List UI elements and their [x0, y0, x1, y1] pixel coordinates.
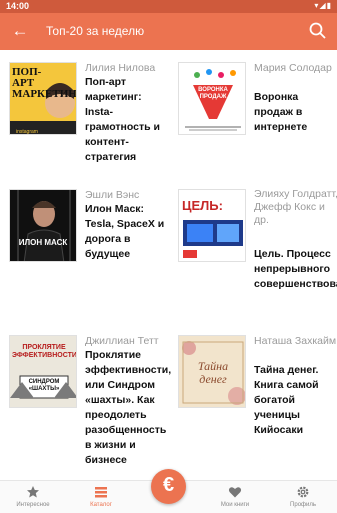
book-author: Мария Солодар — [254, 62, 332, 74]
back-arrow-icon[interactable]: ← — [10, 22, 30, 42]
nav-item-catalog[interactable]: Каталог — [71, 481, 131, 513]
svg-text:instagram: instagram — [16, 129, 38, 135]
buy-euro-button[interactable]: € — [151, 469, 186, 504]
book-card[interactable]: ИЛОН МАСК Эшли Вэнс Илон Маск: Tesla, Sp… — [9, 189, 169, 329]
cover-title: Тайна денег — [197, 359, 229, 386]
book-author: Лилия Нилова — [85, 62, 156, 74]
app-bar: ← Топ-20 за неделю — [0, 13, 337, 50]
book-card[interactable]: instagram ПОП-АРТ МАРКЕТИНГ Лилия Нилова… — [9, 62, 169, 202]
cover-title: ЦЕЛЬ: — [182, 198, 223, 213]
nav-item-my-books[interactable]: Мои книги — [205, 481, 265, 513]
gear-icon — [297, 486, 309, 498]
nav-item-profile[interactable]: Профиль — [273, 481, 333, 513]
book-title: Илон Маск: Tesla, SpaceX и дорога в буду… — [85, 203, 165, 260]
status-bar: 14:00 ▾◢▮ — [0, 0, 337, 13]
book-card[interactable]: ЦЕЛЬ: Элияху Голдратт, Джефф Кокс и др. … — [178, 188, 337, 329]
cover-title: ПРОКЛЯТИЕ ЭФФЕКТИВНОСТИ — [12, 344, 77, 359]
book-card[interactable]: ПРОКЛЯТИЕ ЭФФЕКТИВНОСТИ СИНДРОМ «ШАХТЫ» … — [9, 335, 172, 475]
nav-item-label: Профиль — [290, 502, 316, 508]
page-title: Топ-20 за неделю — [46, 24, 145, 38]
catalog-icon — [95, 487, 107, 498]
book-title: Цель. Процесс непрерывного совершенствов… — [254, 248, 337, 290]
cover-title: ПОП-АРТ МАРКЕТИНГ — [12, 66, 77, 100]
euro-icon: € — [162, 474, 175, 496]
book-cover: ЦЕЛЬ: — [178, 189, 246, 262]
book-author: Элияху Голдратт, Джефф Кокс и др. — [254, 188, 337, 226]
nav-item-label: Интересное — [16, 502, 50, 508]
book-cover: instagram ПОП-АРТ МАРКЕТИНГ — [9, 62, 77, 135]
book-cover: ВОРОНКА ПРОДАЖ — [178, 62, 246, 135]
cover-subtitle: СИНДРОМ «ШАХТЫ» — [28, 379, 60, 392]
book-author: Эшли Вэнс — [85, 189, 140, 201]
book-cover: ИЛОН МАСК — [9, 189, 77, 262]
book-cover: ПРОКЛЯТИЕ ЭФФЕКТИВНОСТИ СИНДРОМ «ШАХТЫ» — [9, 335, 77, 408]
book-title: Воронка продаж в интернете — [254, 91, 308, 133]
book-grid: instagram ПОП-АРТ МАРКЕТИНГ Лилия Нилова… — [0, 50, 337, 480]
book-cover: Тайна денег — [178, 335, 246, 408]
nav-item-label: Каталог — [90, 502, 112, 508]
book-title: Тайна денег. Книга самой богатой ученицы… — [254, 364, 319, 436]
book-title: Поп-арт маркетинг: Insta-грамотность и к… — [85, 76, 160, 163]
book-card[interactable]: Тайна денег Наташа Захкайм Тайна денег. … — [178, 335, 337, 475]
search-icon[interactable] — [308, 21, 328, 41]
book-card[interactable]: ВОРОНКА ПРОДАЖ Мария Солодар Воронка про… — [178, 62, 337, 202]
nav-item-interesting[interactable]: Интересное — [3, 481, 63, 513]
cover-title: ВОРОНКА ПРОДАЖ — [198, 87, 228, 100]
nav-item-label: Мои книги — [220, 502, 250, 508]
star-icon — [27, 486, 39, 498]
heart-icon — [228, 487, 242, 498]
book-author: Наташа Захкайм — [254, 335, 337, 347]
book-title: Проклятие эффективности, или Синдром «ша… — [85, 349, 172, 466]
system-icons: ▾◢▮ — [314, 1, 332, 10]
book-author: Джиллиан Тетт — [85, 335, 159, 347]
cover-title: ИЛОН МАСК — [18, 238, 68, 247]
status-time: 14:00 — [6, 1, 30, 11]
